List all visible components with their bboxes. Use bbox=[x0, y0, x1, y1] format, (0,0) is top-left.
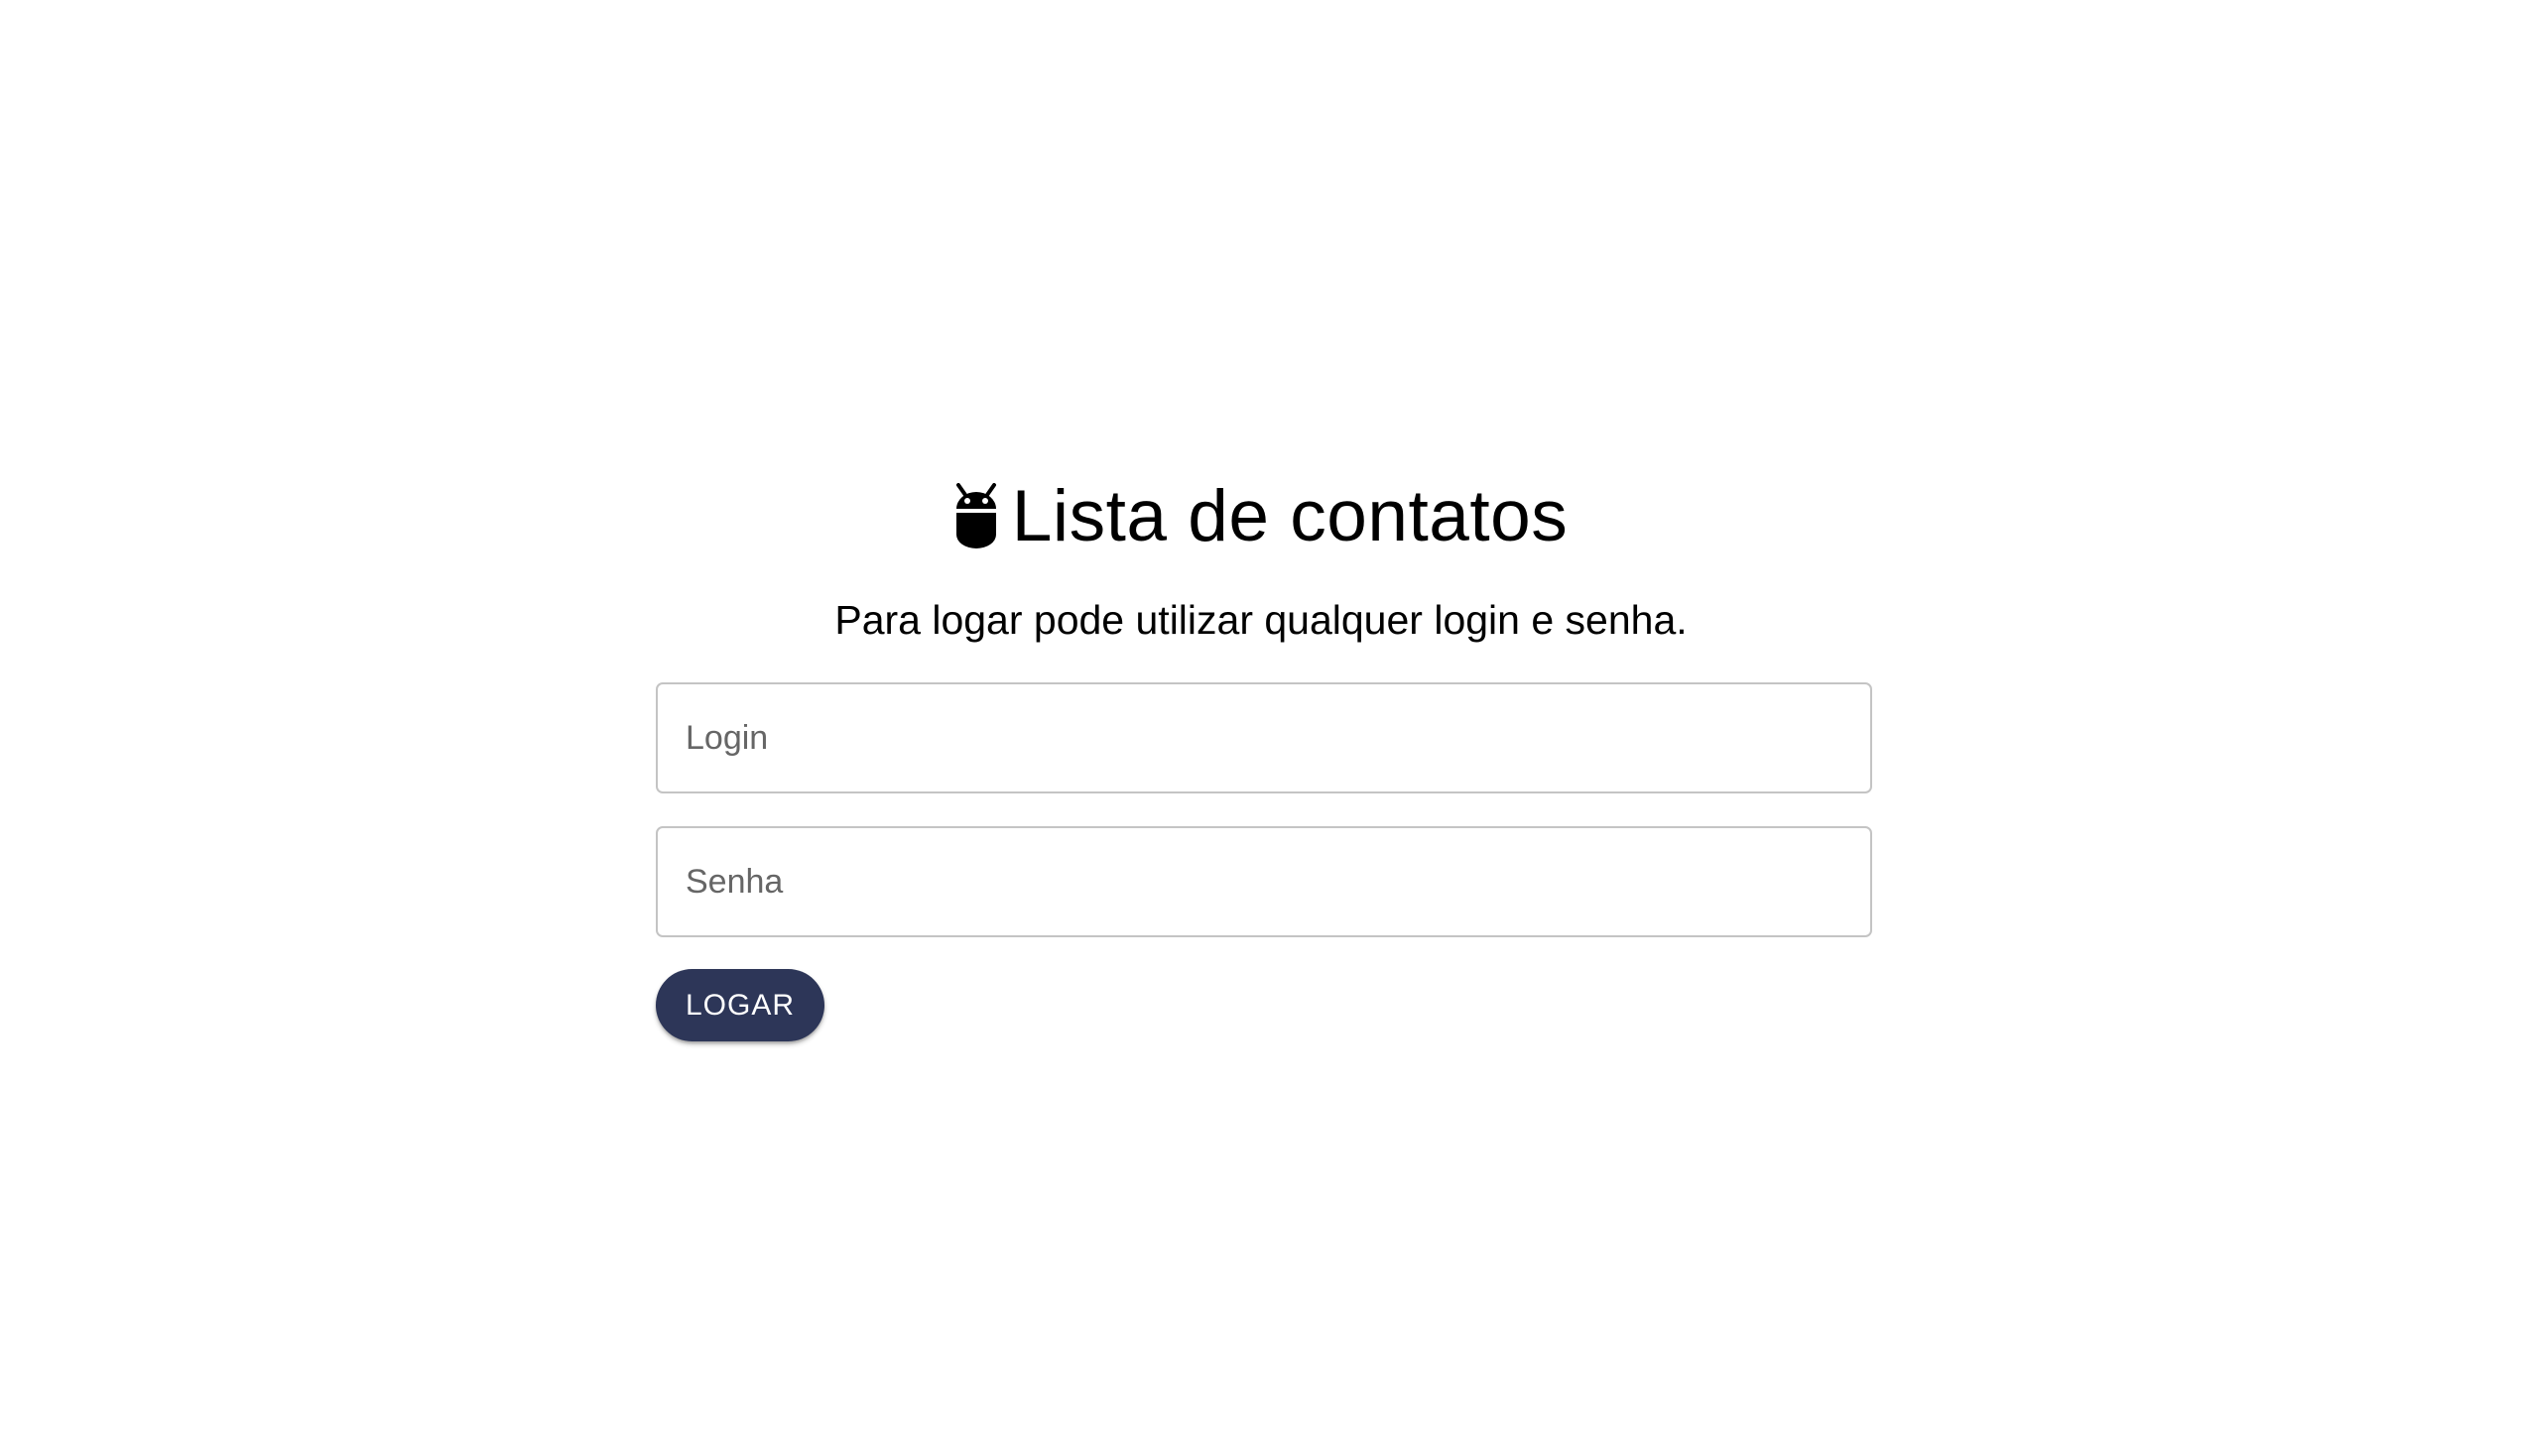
login-form: LOGAR bbox=[656, 682, 1872, 1041]
page-header: Lista de contatos bbox=[0, 466, 2522, 565]
page-title: Lista de contatos bbox=[1011, 475, 1569, 556]
login-field[interactable] bbox=[656, 682, 1872, 793]
android-icon bbox=[954, 483, 998, 548]
login-input[interactable] bbox=[684, 717, 1844, 759]
password-input[interactable] bbox=[684, 861, 1844, 903]
login-instructions: Para logar pode utilizar qualquer login … bbox=[834, 597, 1688, 643]
password-field[interactable] bbox=[656, 826, 1872, 937]
login-button[interactable]: LOGAR bbox=[656, 969, 825, 1041]
login-page: Lista de contatos Para logar pode utiliz… bbox=[0, 0, 2522, 1456]
